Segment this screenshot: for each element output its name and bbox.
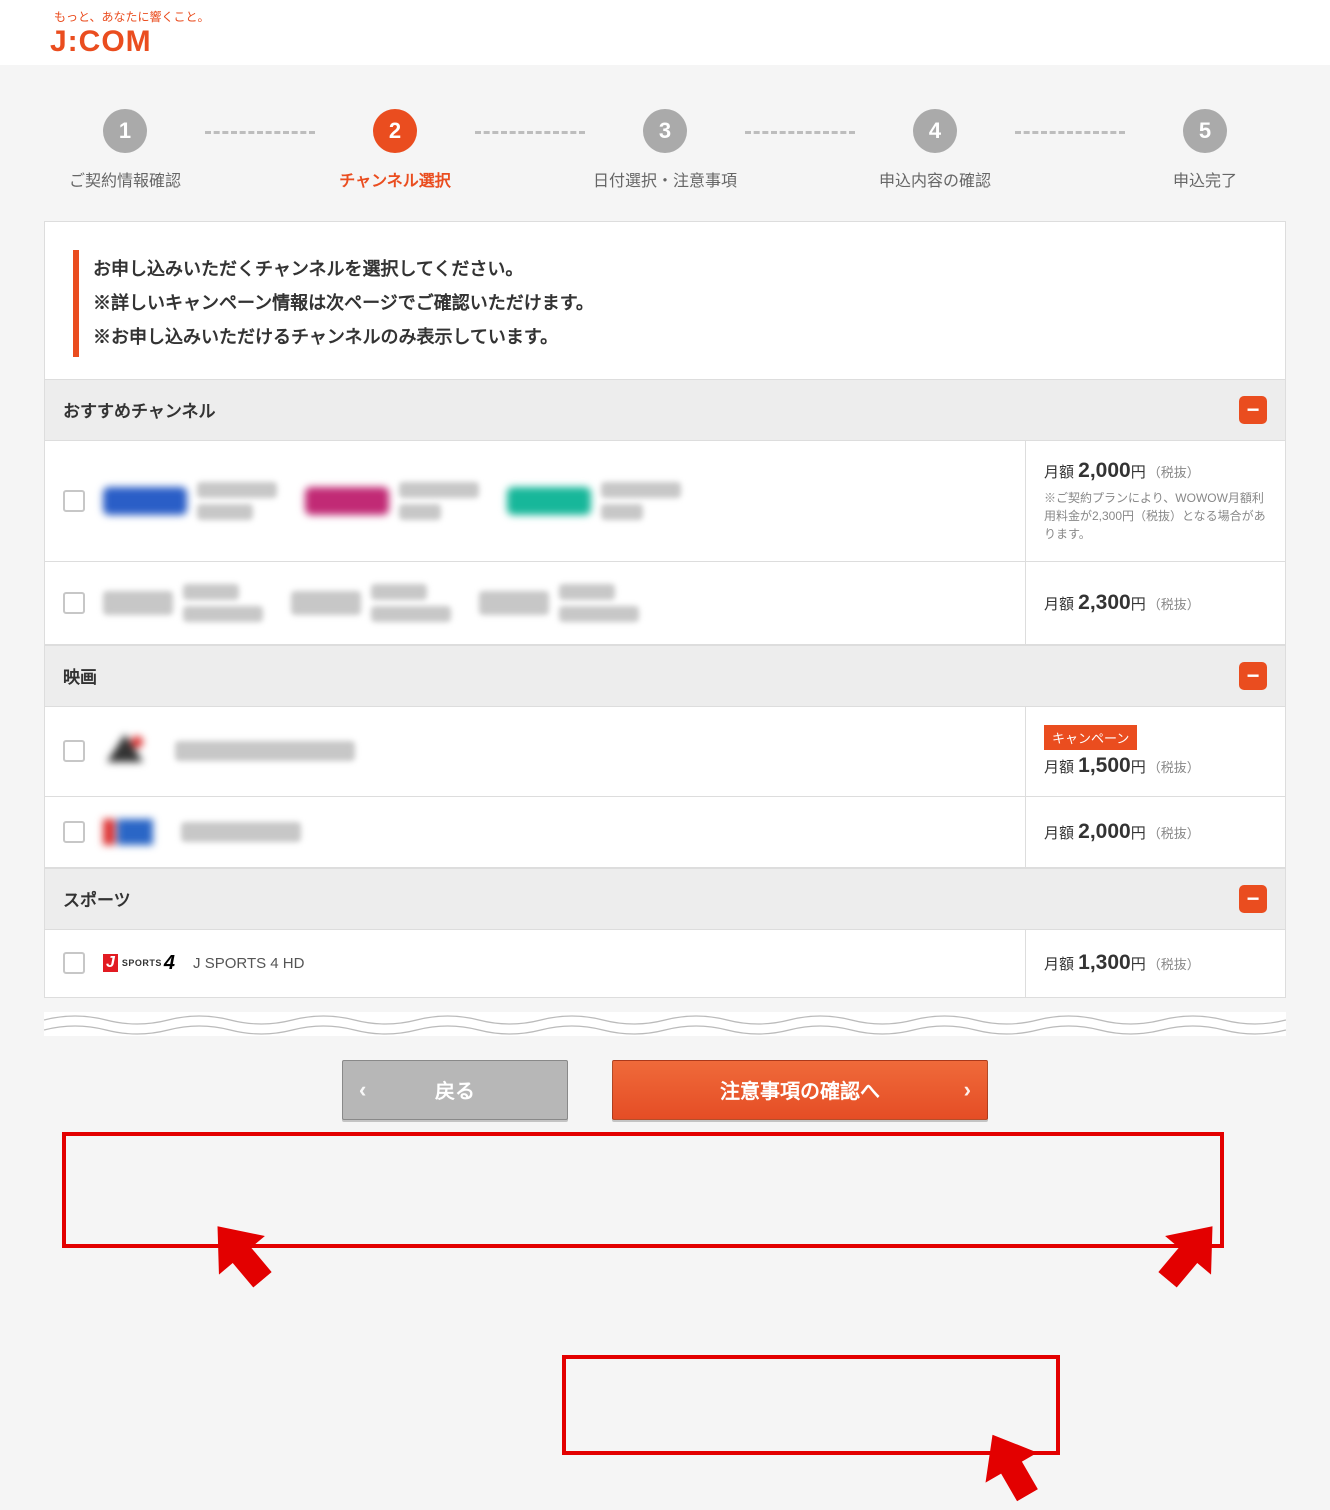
annotation-arrow-icon [1145,1207,1236,1299]
step-divider [475,131,585,134]
channel-checkbox[interactable] [63,821,85,843]
back-button-label: 戻る [435,1075,475,1104]
step-1-label: ご契約情報確認 [69,167,181,191]
annotation-highlight-row [62,1132,1224,1248]
step-4-circle: 4 [913,109,957,153]
content-cutoff-divider [44,1012,1286,1036]
next-button-label: 注意事項の確認へ [720,1075,880,1104]
jsports-logo-icon: JSPORTS4 [103,952,175,975]
channel-checkbox[interactable] [63,952,85,974]
step-5: 5 申込完了 [1125,109,1285,191]
section-header-recommended[interactable]: おすすめチャンネル − [45,379,1285,441]
price-line: 月額 1,500円（税抜） [1044,754,1267,778]
progress-stepper: 1 ご契約情報確認 2 チャンネル選択 3 日付選択・注意事項 4 申込内容の確… [0,65,1330,221]
chevron-left-icon: ‹ [359,1077,366,1103]
step-1-circle: 1 [103,109,147,153]
channel-checkbox[interactable] [63,490,85,512]
step-3: 3 日付選択・注意事項 [585,109,745,191]
channel-logos-group [103,819,301,845]
section-header-movie[interactable]: 映画 − [45,645,1285,707]
notice-block: お申し込みいただくチャンネルを選択してください。 ※詳しいキャンペーン情報は次ペ… [73,250,1257,357]
step-2: 2 チャンネル選択 [315,109,475,191]
channel-row-jsports: JSPORTS4 J SPORTS 4 HD 月額 1,300円（税抜） [45,930,1285,997]
channel-logos-group [103,732,355,771]
price-line: 月額 2,000円（税抜） [1044,459,1267,483]
action-button-row: ‹ 戻る 注意事項の確認へ › [0,1060,1330,1120]
channel-checkbox[interactable] [63,740,85,762]
brand-header: もっと、あなたに響くこと。 J:COM [0,0,1330,65]
section-header-sports[interactable]: スポーツ − [45,868,1285,930]
campaign-badge: キャンペーン [1044,725,1137,750]
annotation-arrow-icon [967,1420,1054,1510]
step-4: 4 申込内容の確認 [855,109,1015,191]
step-2-circle: 2 [373,109,417,153]
content-card: お申し込みいただくチャンネルを選択してください。 ※詳しいキャンペーン情報は次ペ… [44,221,1286,998]
collapse-icon[interactable]: − [1239,396,1267,424]
channel-row: キャンペーン 月額 1,500円（税抜） [45,707,1285,797]
step-divider [745,131,855,134]
price-line: 月額 2,300円（税抜） [1044,591,1267,615]
step-3-label: 日付選択・注意事項 [593,167,737,191]
price-note: ※ご契約プランにより、WOWOW月額利用料金が2,300円（税抜）となる場合があ… [1044,489,1267,543]
section-title-recommended: おすすめチャンネル [63,397,216,422]
annotation-highlight-next-button [562,1355,1060,1455]
channel-row: 月額 2,300円（税抜） [45,562,1285,645]
step-5-label: 申込完了 [1173,167,1237,191]
channel-logos-group [103,482,681,520]
brand-tagline: もっと、あなたに響くこと。 [54,8,1310,25]
step-3-circle: 3 [643,109,687,153]
price-line: 月額 1,300円（税抜） [1044,951,1267,975]
brand-logo: J:COM [50,25,1310,59]
notice-line-2: ※詳しいキャンペーン情報は次ページでご確認いただけます。 [93,286,1243,320]
step-divider [205,131,315,134]
collapse-icon[interactable]: − [1239,885,1267,913]
back-button[interactable]: ‹ 戻る [342,1060,568,1120]
section-title-movie: 映画 [63,663,97,688]
step-divider [1015,131,1125,134]
channel-name: J SPORTS 4 HD [193,955,304,972]
step-5-circle: 5 [1183,109,1227,153]
notice-line-3: ※お申し込みいただけるチャンネルのみ表示しています。 [93,320,1243,354]
step-1: 1 ご契約情報確認 [45,109,205,191]
annotation-arrow-icon [195,1207,286,1299]
price-line: 月額 2,000円（税抜） [1044,820,1267,844]
channel-logos-group [103,584,639,622]
collapse-icon[interactable]: − [1239,662,1267,690]
step-2-label: チャンネル選択 [339,167,451,191]
channel-row: 月額 2,000円（税抜） [45,797,1285,868]
next-button[interactable]: 注意事項の確認へ › [612,1060,988,1120]
notice-line-1: お申し込みいただくチャンネルを選択してください。 [93,252,1243,286]
channel-row: 月額 2,000円（税抜） ※ご契約プランにより、WOWOW月額利用料金が2,3… [45,441,1285,562]
channel-checkbox[interactable] [63,592,85,614]
step-4-label: 申込内容の確認 [879,167,991,191]
section-title-sports: スポーツ [63,886,131,911]
chevron-right-icon: › [964,1077,971,1103]
